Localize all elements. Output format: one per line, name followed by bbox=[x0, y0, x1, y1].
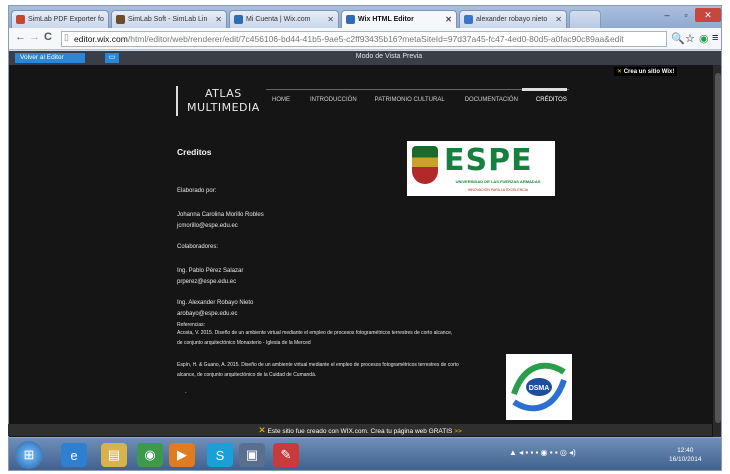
menu-item-documentacion[interactable]: DOCUMENTACIÓN bbox=[465, 97, 518, 103]
address-host: editor.wix.com bbox=[74, 34, 128, 44]
reload-icon[interactable]: C bbox=[44, 31, 52, 43]
new-tab-button[interactable] bbox=[569, 10, 601, 28]
menu-active-indicator bbox=[522, 88, 567, 91]
extension-icon[interactable]: ◉ bbox=[699, 32, 709, 45]
zoom-icon[interactable]: 🔍 bbox=[671, 32, 685, 45]
tab-label: Wix HTML Editor bbox=[358, 16, 414, 23]
tab-label: alexander robayo nieto bbox=[476, 16, 548, 23]
system-tray-icons[interactable]: ▲ ◂ ▪ ▪ ▪ ◉ ▪ ▪ ◎ ◂) bbox=[509, 448, 576, 457]
wix-badge-label: Crea un sitio Wix! bbox=[623, 69, 675, 75]
dsma-emblem-icon: DSMA bbox=[511, 362, 567, 412]
close-icon[interactable]: ✕ bbox=[324, 15, 334, 24]
collab1-email[interactable]: prperez@espe.edu.ec bbox=[177, 279, 236, 285]
author-email[interactable]: jcmorillo@espe.edu.ec bbox=[177, 223, 238, 229]
close-icon[interactable]: ✕ bbox=[552, 15, 562, 24]
back-to-editor-button[interactable]: Volver al Editor bbox=[15, 53, 85, 63]
referencias-label: Referencias: bbox=[177, 322, 206, 328]
scrollbar-thumb[interactable] bbox=[715, 73, 721, 423]
wix-footer-text: Este sitio fue creado con WIX.com. Crea … bbox=[267, 428, 453, 435]
wix-create-badge[interactable]: ✕ Crea un sitio Wix! bbox=[614, 67, 678, 76]
espe-logo-text: ESPE bbox=[444, 143, 533, 178]
tab-mi-cuenta[interactable]: Mi Cuenta | Wix.com ✕ bbox=[229, 10, 339, 28]
collab2-name: Ing. Alexander Robayo Nieto bbox=[177, 300, 254, 306]
gmail-icon bbox=[16, 15, 25, 24]
tab-alexander-robayo[interactable]: alexander robayo nieto ✕ bbox=[459, 10, 567, 28]
tab-bar: SimLab PDF Exporter fo ✕ SimLab Soft - S… bbox=[9, 6, 721, 28]
espe-logo-subtitle: UNIVERSIDAD DE LAS FUERZAS ARMADAS bbox=[455, 179, 541, 184]
close-icon[interactable]: ✕ bbox=[212, 15, 222, 24]
address-bar-row: ← → C editor.wix.com/html/editor/web/ren… bbox=[9, 28, 721, 50]
address-path: /html/editor/web/renderer/edit/7c456106-… bbox=[127, 34, 624, 44]
wix-star-icon: ✕ bbox=[617, 69, 623, 75]
collab1-name: Ing. Pablo Pérez Salazar bbox=[177, 268, 244, 274]
espe-logo-tagline: INNOVACIÓN PARA LA EXCELENCIA bbox=[467, 188, 529, 192]
star-icon[interactable]: ☆ bbox=[685, 32, 695, 45]
collab2-email[interactable]: arobayo@espe.edu.ec bbox=[177, 311, 237, 317]
preview-mode-label: Modo de Vista Previa bbox=[355, 53, 423, 60]
clock-date: 16/10/2014 bbox=[669, 456, 702, 463]
page-title: Creditos bbox=[177, 147, 212, 157]
tab-label: SimLab Soft - SimLab Lin bbox=[128, 16, 208, 23]
tab-simlab-pdf[interactable]: SimLab PDF Exporter fo ✕ bbox=[11, 10, 109, 28]
elaborado-label: Elaborado por: bbox=[177, 188, 217, 194]
logo-divider bbox=[176, 86, 178, 116]
device-icon[interactable]: ▭ bbox=[105, 53, 119, 63]
page-scrollbar[interactable] bbox=[713, 65, 721, 437]
menu-icon[interactable]: ≡ bbox=[712, 32, 718, 44]
back-icon[interactable]: ← bbox=[15, 31, 26, 43]
restore-icon[interactable]: ▫ bbox=[677, 8, 695, 22]
address-input[interactable]: editor.wix.com/html/editor/web/renderer/… bbox=[61, 31, 667, 47]
logo-line-2: MULTIMEDIA bbox=[187, 101, 260, 114]
wix-icon bbox=[346, 15, 355, 24]
reference-1-line-2: de conjunto arquitectónico Monasterio - … bbox=[177, 340, 311, 346]
menu-item-home[interactable]: HOME bbox=[272, 97, 290, 103]
wix-footer-arrow: >> bbox=[454, 428, 462, 435]
skype-icon[interactable]: S bbox=[207, 443, 233, 467]
windows-taskbar: ⊞ e ▤ ◉ ▶ S ▣ ✎ ▲ ◂ ▪ ▪ ▪ ◉ ▪ ▪ ◎ ◂) 12:… bbox=[9, 437, 721, 470]
page-icon bbox=[464, 15, 473, 24]
site-menu: HOME INTRODUCCIÓN PATRIMONIO CULTURAL DO… bbox=[266, 97, 569, 103]
espe-logo: ESPE UNIVERSIDAD DE LAS FUERZAS ARMADAS … bbox=[407, 141, 555, 196]
wix-star-icon: ✕ bbox=[258, 425, 266, 435]
dsma-logo: DSMA bbox=[506, 354, 572, 420]
tab-simlab-soft[interactable]: SimLab Soft - SimLab Lin ✕ bbox=[111, 10, 227, 28]
wix-footer-banner[interactable]: ✕ Este sitio fue creado con WIX.com. Cre… bbox=[8, 424, 712, 436]
minimize-icon[interactable]: – bbox=[657, 8, 677, 22]
menu-item-introduccion[interactable]: INTRODUCCIÓN bbox=[310, 97, 357, 103]
stray-dot: . bbox=[185, 389, 187, 395]
media-player-icon[interactable]: ▶ bbox=[169, 443, 195, 467]
reference-2-line-1: Espín, H. & Guano, A. 2015. Diseño de un… bbox=[177, 362, 459, 368]
site-logo[interactable]: ATLAS MULTIMEDIA bbox=[187, 87, 260, 115]
chrome-icon[interactable]: ◉ bbox=[137, 443, 163, 467]
start-button[interactable]: ⊞ bbox=[15, 441, 43, 469]
menu-item-patrimonio[interactable]: PATRIMONIO CULTURAL bbox=[375, 97, 445, 103]
close-icon[interactable]: ✕ bbox=[442, 15, 452, 24]
page-icon: ▯ bbox=[64, 32, 69, 42]
close-icon[interactable]: ✕ bbox=[104, 15, 108, 24]
logo-line-1: ATLAS bbox=[205, 87, 242, 100]
tab-label: Mi Cuenta | Wix.com bbox=[246, 16, 311, 23]
espe-shield-icon bbox=[412, 146, 438, 184]
folder-icon[interactable]: ▤ bbox=[101, 443, 127, 467]
browser-window: SimLab PDF Exporter fo ✕ SimLab Soft - S… bbox=[8, 5, 722, 471]
clock-time: 12:40 bbox=[677, 447, 694, 454]
forward-icon[interactable]: → bbox=[29, 31, 40, 43]
taskbar-clock[interactable]: 12:40 16/10/2014 bbox=[669, 446, 702, 464]
close-window-icon[interactable]: ✕ bbox=[695, 8, 721, 22]
site-viewport: ✕ Crea un sitio Wix! ATLAS MULTIMEDIA HO… bbox=[9, 65, 713, 437]
wix-icon bbox=[234, 15, 243, 24]
tab-label: SimLab PDF Exporter fo bbox=[28, 16, 104, 23]
colaboradores-label: Colaboradores: bbox=[177, 244, 219, 250]
simlab-icon bbox=[116, 15, 125, 24]
reference-1-line-1: Acosta, V. 2015. Diseño de un ambiente v… bbox=[177, 330, 453, 336]
editor-preview-bar: Volver al Editor ▭ Modo de Vista Previa bbox=[9, 51, 721, 65]
ie-icon[interactable]: e bbox=[61, 443, 87, 467]
author-name: Johanna Carolina Morillo Robles bbox=[177, 212, 264, 218]
tab-wix-html-editor[interactable]: Wix HTML Editor ✕ bbox=[341, 10, 457, 28]
paint-icon[interactable]: ✎ bbox=[273, 443, 299, 467]
reference-2-line-2: alcance, de conjunto arquitectónico de l… bbox=[177, 372, 317, 378]
app-icon[interactable]: ▣ bbox=[239, 443, 265, 467]
dsma-label: DSMA bbox=[529, 385, 550, 392]
menu-item-creditos[interactable]: CRÉDITOS bbox=[536, 97, 567, 103]
